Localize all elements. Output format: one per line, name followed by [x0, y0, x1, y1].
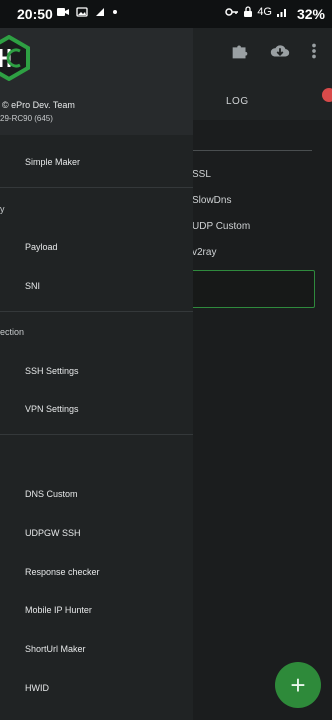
menu-dns-custom[interactable]: DNS Custom — [25, 489, 78, 499]
more-vert-icon[interactable] — [309, 40, 332, 64]
tab-log[interactable]: LOG — [226, 96, 249, 107]
status-time: 20:50 — [17, 6, 53, 22]
option-slowdns[interactable]: SlowDns — [192, 195, 231, 206]
menu-ssh-settings[interactable]: SSH Settings — [25, 366, 79, 376]
status-right-icons: 4G — [225, 6, 288, 21]
menu-udpgw-ssh[interactable]: UDPGW SSH — [25, 528, 81, 538]
drawer-separator — [0, 311, 193, 312]
navigation-drawer: © ePro Dev. Team 29-RC90 (645) Simple Ma… — [0, 28, 193, 720]
lock-icon — [243, 6, 253, 21]
video-camera-icon — [56, 5, 70, 21]
drawer-header: © ePro Dev. Team 29-RC90 (645) — [0, 28, 193, 135]
network-4g-icon: 4G — [257, 6, 272, 18]
section-label-y: y — [0, 204, 5, 214]
menu-payload[interactable]: Payload — [25, 242, 58, 252]
menu-response-checker[interactable]: Response checker — [25, 567, 100, 577]
dot-icon — [112, 5, 118, 21]
selected-config-box[interactable] — [190, 270, 315, 308]
menu-mobile-ip-hunter[interactable]: Mobile IP Hunter — [25, 605, 92, 615]
section-label-connection: ection — [0, 327, 25, 337]
menu-sni[interactable]: SNI — [25, 281, 40, 291]
signal-icon — [94, 5, 106, 21]
content-divider — [190, 150, 312, 151]
add-fab-button[interactable]: + — [275, 662, 321, 708]
option-udp-custom[interactable]: UDP Custom — [192, 221, 250, 232]
option-ssl[interactable]: SSL — [192, 169, 211, 180]
battery-percentage: 32% — [296, 6, 325, 22]
drawer-separator — [0, 187, 193, 188]
menu-simple-maker[interactable]: Simple Maker — [25, 157, 80, 167]
menu-shorturl-maker[interactable]: ShortUrl Maker — [25, 644, 86, 654]
menu-vpn-settings[interactable]: VPN Settings — [25, 404, 79, 414]
drawer-team-label: © ePro Dev. Team — [2, 100, 75, 110]
status-left-icons — [56, 5, 118, 21]
status-indicator-dot — [322, 88, 332, 102]
key-icon — [225, 6, 239, 21]
cloud-download-icon[interactable] — [268, 40, 292, 64]
drawer-version-label: 29-RC90 (645) — [0, 114, 53, 123]
menu-hwid[interactable]: HWID — [25, 683, 49, 693]
signal-bars-icon — [276, 6, 288, 21]
gallery-icon — [76, 5, 88, 21]
status-bar: 20:50 4G 32% — [0, 0, 332, 28]
option-v2ray[interactable]: v2ray — [192, 247, 216, 258]
app-logo — [0, 34, 32, 82]
puzzle-icon[interactable] — [229, 40, 253, 64]
drawer-separator — [0, 434, 193, 435]
